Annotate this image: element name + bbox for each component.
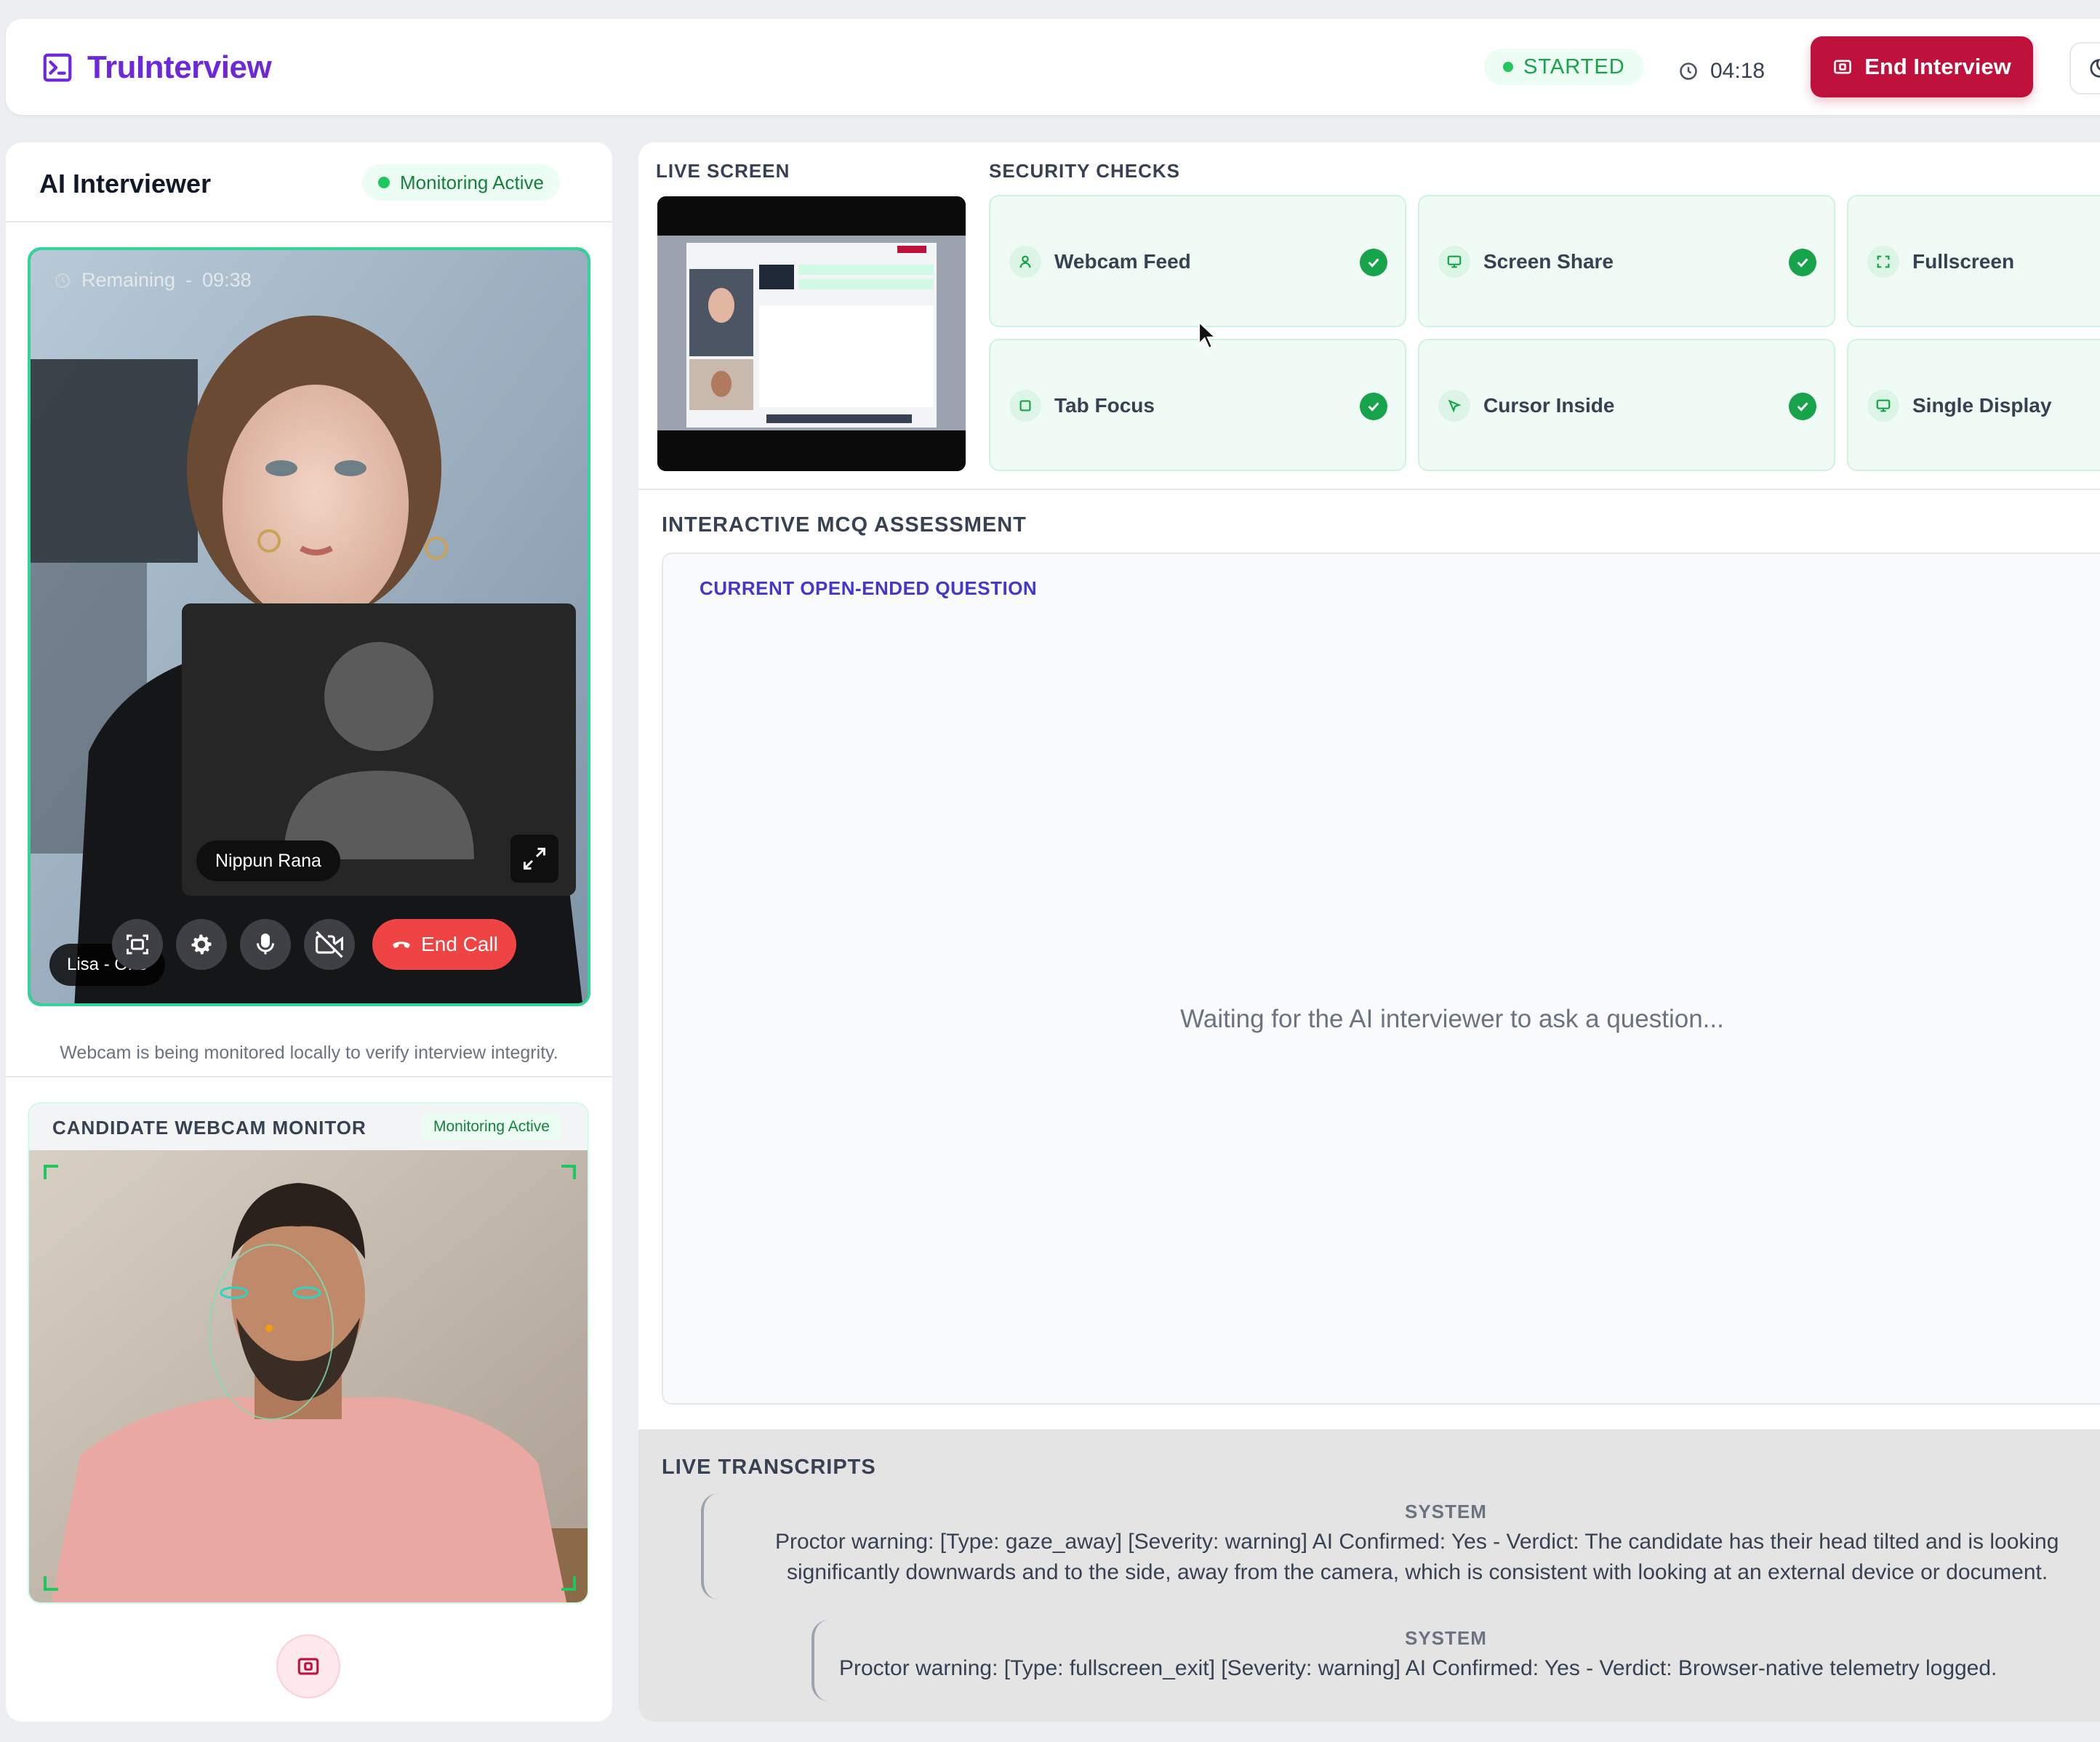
elapsed-timer: 04:18 xyxy=(1678,59,1765,84)
candidate-monitor-title: CANDIDATE WEBCAM MONITOR xyxy=(52,1117,366,1139)
remaining-time: Remaining - 09:38 xyxy=(54,269,252,292)
security-checks-label: SECURITY CHECKS xyxy=(989,160,1181,182)
live-screen-label: LIVE SCREEN xyxy=(656,160,790,182)
interviewer-panel-header: AI Interviewer Monitoring Active xyxy=(6,143,612,222)
candidate-video-frame xyxy=(29,1150,588,1602)
check-fullscreen: Fullscreen xyxy=(1847,195,2100,327)
record-button[interactable] xyxy=(276,1634,340,1698)
check-circle-icon xyxy=(1360,393,1387,420)
monitoring-badge: Monitoring Active xyxy=(362,164,560,201)
waiting-message: Waiting for the AI interviewer to ask a … xyxy=(1180,1005,1724,1033)
check-circle-icon xyxy=(1789,393,1816,420)
check-label: Screen Share xyxy=(1483,250,1614,273)
transcript-message: SYSTEM Proctor warning: [Type: gaze_away… xyxy=(701,1493,2100,1599)
expand-icon xyxy=(1867,246,1899,278)
pointer-icon xyxy=(1438,390,1470,422)
settings-button[interactable] xyxy=(176,919,227,970)
transcript-line: Proctor warning: [Type: gaze_away] [Seve… xyxy=(775,1530,2059,1554)
remaining-label: Remaining xyxy=(81,269,176,291)
check-label: Webcam Feed xyxy=(1054,250,1191,273)
question-label: CURRENT OPEN-ENDED QUESTION xyxy=(700,577,1038,599)
brand-name: TruInterview xyxy=(87,49,272,85)
monitor-icon xyxy=(1867,390,1899,422)
expand-icon xyxy=(524,848,545,870)
transcript-role: SYSTEM xyxy=(1405,1627,1487,1649)
status-dot-icon xyxy=(1503,62,1513,72)
remaining-separator: - xyxy=(185,269,193,291)
divider xyxy=(6,1076,612,1077)
timer-value: 04:18 xyxy=(1710,59,1766,83)
check-label: Single Display xyxy=(1912,394,2052,417)
mcq-section-title: INTERACTIVE MCQ ASSESSMENT xyxy=(662,513,1027,537)
check-webcam-feed: Webcam Feed xyxy=(989,195,1406,327)
divider xyxy=(638,489,2100,490)
mouse-cursor-icon xyxy=(1198,320,1218,350)
transcript-message: SYSTEM Proctor warning: [Type: fullscree… xyxy=(811,1620,2100,1701)
stop-icon xyxy=(1834,60,1852,74)
candidate-name: Nippun Rana xyxy=(215,850,321,871)
end-interview-label: End Interview xyxy=(1864,54,2011,79)
clock-icon xyxy=(55,273,70,288)
webcam-monitoring-note: Webcam is being monitored locally to ver… xyxy=(60,1043,558,1063)
microphone-icon xyxy=(257,934,274,955)
monitoring-text: Monitoring Active xyxy=(400,171,544,193)
status-text: STARTED xyxy=(1523,55,1625,79)
phone-hangup-icon xyxy=(393,942,410,948)
check-screen-share: Screen Share xyxy=(1418,195,1835,327)
expand-video-button[interactable] xyxy=(510,835,558,883)
top-header: TruInterview STARTED 04:18 End Interview xyxy=(6,19,2100,115)
transcript-line: significantly downwards and to the side,… xyxy=(787,1560,2048,1584)
monitoring-dot-icon xyxy=(378,177,390,188)
moon-icon xyxy=(2090,59,2100,78)
square-icon xyxy=(1009,390,1041,422)
panel-title: AI Interviewer xyxy=(39,169,212,198)
interviewer-video[interactable]: Remaining - 09:38 Nippun Rana Lisa - One xyxy=(28,247,590,1006)
end-call-label: End Call xyxy=(421,933,498,955)
candidate-webcam-feed xyxy=(29,1150,588,1602)
theme-toggle-button[interactable] xyxy=(2069,42,2100,95)
clock-icon xyxy=(1680,63,1697,80)
end-interview-button[interactable]: End Interview xyxy=(1811,36,2033,97)
candidate-pip-video[interactable]: Nippun Rana xyxy=(182,603,576,896)
check-label: Tab Focus xyxy=(1054,394,1155,417)
live-screen-preview[interactable] xyxy=(657,196,966,471)
monitor-icon xyxy=(1438,246,1470,278)
check-circle-icon xyxy=(1360,249,1387,276)
screen-share-thumbnail xyxy=(657,196,966,471)
check-label: Fullscreen xyxy=(1912,250,2015,273)
check-cursor-inside: Cursor Inside xyxy=(1418,339,1835,471)
interview-status-badge: STARTED xyxy=(1484,49,1644,85)
question-card: CURRENT OPEN-ENDED QUESTION Waiting for … xyxy=(662,553,2100,1405)
assessment-panel: LIVE SCREEN SECURITY CHECKS Webcam Feed xyxy=(638,143,2100,1722)
brand-logo[interactable]: TruInterview xyxy=(41,49,272,86)
check-circle-icon xyxy=(1789,249,1816,276)
candidate-monitor-header: CANDIDATE WEBCAM MONITOR Monitoring Acti… xyxy=(29,1104,588,1150)
check-label: Cursor Inside xyxy=(1483,394,1615,417)
candidate-webcam-monitor: CANDIDATE WEBCAM MONITOR Monitoring Acti… xyxy=(28,1102,589,1604)
interviewer-panel: AI Interviewer Monitoring Active Remaini… xyxy=(6,143,612,1722)
stop-icon xyxy=(297,1658,319,1675)
gear-icon xyxy=(191,934,212,955)
screenshot-button[interactable] xyxy=(112,919,163,970)
check-tab-focus: Tab Focus xyxy=(989,339,1406,471)
candidate-monitoring-badge: Monitoring Active xyxy=(422,1114,561,1140)
remaining-value: 09:38 xyxy=(202,269,252,291)
candidate-name-chip: Nippun Rana xyxy=(196,840,340,881)
transcript-role: SYSTEM xyxy=(1405,1501,1487,1522)
microphone-button[interactable] xyxy=(240,919,291,970)
scan-icon xyxy=(127,934,148,955)
transcripts-title: LIVE TRANSCRIPTS xyxy=(662,1456,876,1479)
transcript-line: Proctor warning: [Type: fullscreen_exit]… xyxy=(839,1656,1997,1680)
camera-toggle-button[interactable] xyxy=(304,919,355,970)
camera-off-icon xyxy=(316,931,343,958)
end-call-button[interactable]: End Call xyxy=(372,919,516,970)
live-transcripts: LIVE TRANSCRIPTS SYSTEM Proctor warning:… xyxy=(638,1429,2100,1722)
terminal-icon xyxy=(43,53,72,82)
user-icon xyxy=(1009,246,1041,278)
check-single-display: Single Display xyxy=(1847,339,2100,471)
